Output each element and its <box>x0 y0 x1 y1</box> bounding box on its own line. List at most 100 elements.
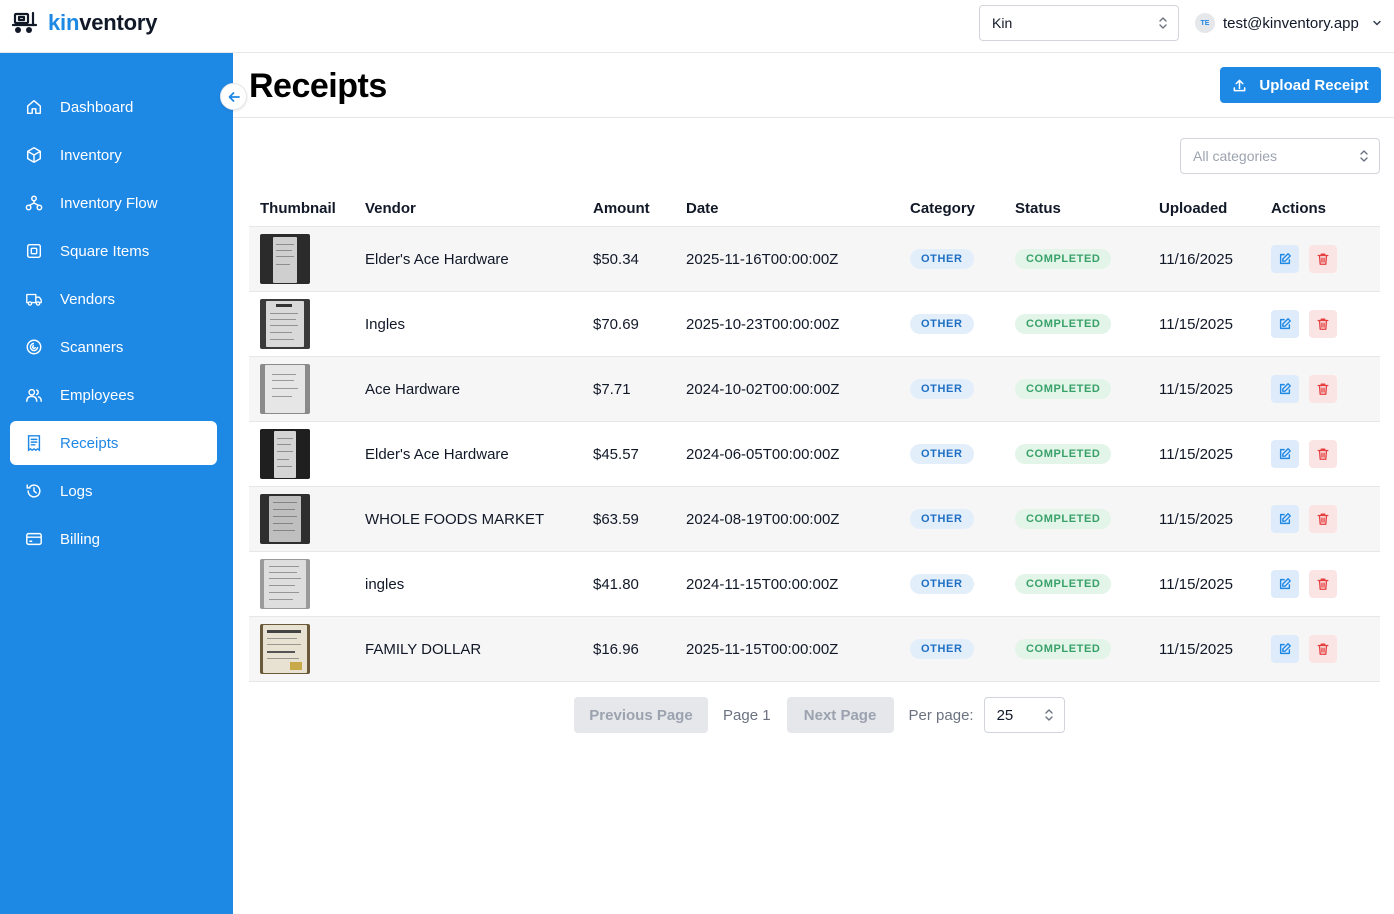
receipt-thumbnail[interactable] <box>260 364 310 414</box>
receipt-thumbnail[interactable] <box>260 429 310 479</box>
updown-chevron-icon <box>1360 150 1368 162</box>
amount-cell: $16.96 <box>593 640 639 658</box>
previous-page-button[interactable]: Previous Page <box>574 697 708 733</box>
arrow-left-icon <box>228 91 240 102</box>
per-page-select[interactable]: 25 <box>983 697 1065 733</box>
sidebar-item-scanners[interactable]: Scanners <box>10 325 217 369</box>
status-badge: COMPLETED <box>1015 574 1112 594</box>
status-badge: COMPLETED <box>1015 639 1112 659</box>
edit-button[interactable] <box>1271 440 1299 468</box>
table-row[interactable]: FAMILY DOLLAR $16.96 2025-11-15T00:00:00… <box>249 617 1380 682</box>
sidebar-item-label: Scanners <box>60 338 124 356</box>
category-filter-placeholder: All categories <box>1193 148 1278 164</box>
receipt-thumbnail[interactable] <box>260 234 310 284</box>
status-badge: COMPLETED <box>1015 379 1112 399</box>
uploaded-cell: 11/15/2025 <box>1159 575 1233 593</box>
edit-button[interactable] <box>1271 570 1299 598</box>
status-badge: COMPLETED <box>1015 249 1112 269</box>
status-badge: COMPLETED <box>1015 509 1112 529</box>
table-row[interactable]: Ingles $70.69 2025-10-23T00:00:00Z OTHER… <box>249 292 1380 357</box>
date-cell: 2025-10-23T00:00:00Z <box>686 315 840 333</box>
column-header: Status <box>1015 200 1061 217</box>
column-header: Category <box>910 200 976 217</box>
category-badge: OTHER <box>910 249 974 269</box>
vendor-cell: Ace Hardware <box>365 380 461 398</box>
sidebar-item-square-items[interactable]: Square Items <box>10 229 217 273</box>
edit-icon <box>1279 318 1291 330</box>
edit-button[interactable] <box>1271 375 1299 403</box>
receipt-thumbnail[interactable] <box>260 494 310 544</box>
column-header: Amount <box>593 200 650 217</box>
box-icon <box>24 145 44 165</box>
status-badge: COMPLETED <box>1015 444 1112 464</box>
sidebar-item-label: Square Items <box>60 242 150 260</box>
edit-icon <box>1279 448 1291 460</box>
page-title: Receipts <box>249 67 387 105</box>
sidebar-item-label: Employees <box>60 386 135 404</box>
user-menu[interactable]: TE test@kinventory.app <box>1195 12 1383 34</box>
table-row[interactable]: WHOLE FOODS MARKET $63.59 2024-08-19T00:… <box>249 487 1380 552</box>
edit-button[interactable] <box>1271 635 1299 663</box>
edit-icon <box>1279 643 1291 655</box>
organization-select-value: Kin <box>992 15 1013 31</box>
sidebar-item-receipts[interactable]: Receipts <box>10 421 217 465</box>
delete-button[interactable] <box>1309 375 1337 403</box>
next-page-button[interactable]: Next Page <box>786 697 894 733</box>
app-logo[interactable]: kinventory <box>12 10 157 36</box>
edit-icon <box>1279 513 1291 525</box>
trash-icon <box>1317 253 1329 265</box>
delete-button[interactable] <box>1309 440 1337 468</box>
sidebar-item-vendors[interactable]: Vendors <box>10 277 217 321</box>
category-badge: OTHER <box>910 379 974 399</box>
page-indicator: Page 1 <box>723 706 771 724</box>
upload-receipt-button[interactable]: Upload Receipt <box>1220 67 1381 103</box>
avatar: TE <box>1195 13 1215 33</box>
truck-icon <box>24 289 44 309</box>
status-badge: COMPLETED <box>1015 314 1112 334</box>
organization-select[interactable]: Kin <box>979 5 1179 41</box>
amount-cell: $70.69 <box>593 315 639 333</box>
delete-button[interactable] <box>1309 245 1337 273</box>
amount-cell: $7.71 <box>593 380 631 398</box>
flow-icon <box>24 193 44 213</box>
category-filter-select[interactable]: All categories <box>1180 138 1380 174</box>
table-row[interactable]: ingles $41.80 2024-11-15T00:00:00Z OTHER… <box>249 552 1380 617</box>
receipt-thumbnail[interactable] <box>260 559 310 609</box>
vendor-cell: WHOLE FOODS MARKET <box>365 510 545 528</box>
sidebar-item-logs[interactable]: Logs <box>10 469 217 513</box>
delete-button[interactable] <box>1309 505 1337 533</box>
table-row[interactable]: Ace Hardware $7.71 2024-10-02T00:00:00Z … <box>249 357 1380 422</box>
delete-button[interactable] <box>1309 310 1337 338</box>
sidebar-item-inventory-flow[interactable]: Inventory Flow <box>10 181 217 225</box>
edit-button[interactable] <box>1271 245 1299 273</box>
receipt-thumbnail[interactable] <box>260 624 310 674</box>
collapse-sidebar-button[interactable] <box>220 83 247 110</box>
updown-chevron-icon <box>1044 709 1053 721</box>
sidebar-item-label: Billing <box>60 530 101 548</box>
users-icon <box>24 385 44 405</box>
vendor-cell: FAMILY DOLLAR <box>365 640 482 658</box>
sidebar-item-dashboard[interactable]: Dashboard <box>10 85 217 129</box>
uploaded-cell: 11/15/2025 <box>1159 380 1233 398</box>
sidebar-item-label: Logs <box>60 482 93 500</box>
edit-icon <box>1279 578 1291 590</box>
table-row[interactable]: Elder's Ace Hardware $50.34 2025-11-16T0… <box>249 227 1380 292</box>
sidebar-item-employees[interactable]: Employees <box>10 373 217 417</box>
sidebar-item-inventory[interactable]: Inventory <box>10 133 217 177</box>
receipt-thumbnail[interactable] <box>260 299 310 349</box>
delete-button[interactable] <box>1309 635 1337 663</box>
vendor-cell: ingles <box>365 575 405 593</box>
edit-button[interactable] <box>1271 505 1299 533</box>
per-page-value: 25 <box>996 706 1014 724</box>
trash-icon <box>1317 448 1329 460</box>
amount-cell: $45.57 <box>593 445 639 463</box>
edit-button[interactable] <box>1271 310 1299 338</box>
updown-chevron-icon <box>1159 17 1167 29</box>
delete-button[interactable] <box>1309 570 1337 598</box>
edit-icon <box>1279 383 1291 395</box>
table-row[interactable]: Elder's Ace Hardware $45.57 2024-06-05T0… <box>249 422 1380 487</box>
vendor-cell: Elder's Ace Hardware <box>365 445 509 463</box>
date-cell: 2025-11-16T00:00:00Z <box>686 250 839 268</box>
sidebar-item-billing[interactable]: Billing <box>10 517 217 561</box>
vendor-cell: Elder's Ace Hardware <box>365 250 509 268</box>
